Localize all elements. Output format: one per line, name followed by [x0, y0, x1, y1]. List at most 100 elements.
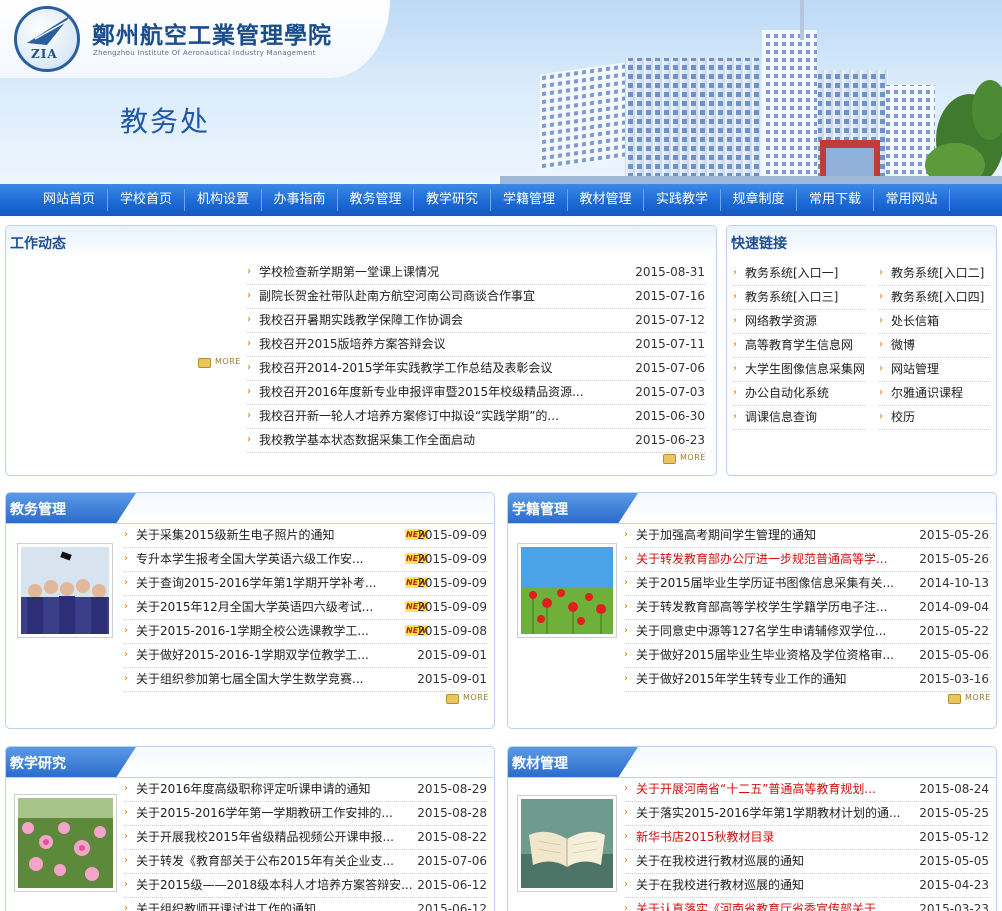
- list-item[interactable]: › 关于2016年度高级职称评定听课申请的通知 2015-08-29: [124, 778, 487, 802]
- arrow-icon: ›: [247, 314, 251, 325]
- arrow-icon: ›: [124, 625, 128, 636]
- arrow-icon: ›: [879, 411, 883, 422]
- list-item[interactable]: › 关于开展我校2015年省级精品视频公开课申报... 2015-08-22: [124, 826, 487, 850]
- arrow-icon: ›: [124, 831, 128, 842]
- list-item[interactable]: › 关于落实2015-2016学年第1学期教材计划的通... 2015-05-2…: [624, 802, 989, 826]
- arrow-icon: ›: [124, 529, 128, 540]
- list-item[interactable]: › 关于做好2015年学生转专业工作的通知 2015-03-16: [624, 668, 989, 692]
- list-item[interactable]: › 关于组织参加第七届全国大学生数学竞赛... 2015-09-01: [124, 668, 487, 692]
- arrow-icon: ›: [624, 553, 628, 564]
- quick-link-item[interactable]: › 校历: [879, 406, 989, 430]
- quick-link-item[interactable]: › 处长信箱: [879, 310, 989, 334]
- arrow-icon: ›: [624, 783, 628, 794]
- nav-regulations[interactable]: 规章制度: [721, 184, 796, 216]
- list-item[interactable]: › 我校召开暑期实践教学保障工作协调会 2015-07-12: [247, 309, 705, 333]
- academic-admin-title[interactable]: 教务管理: [10, 499, 66, 519]
- arrow-icon: ›: [733, 363, 737, 374]
- list-item[interactable]: › 关于认真落实《河南省教育厅省委宣传部关于... 2015-03-23: [624, 898, 989, 911]
- arrow-icon: ›: [624, 673, 628, 684]
- nav-home[interactable]: 网站首页: [32, 184, 106, 216]
- arrow-icon: ›: [733, 339, 737, 350]
- student-status-title[interactable]: 学籍管理: [512, 499, 568, 519]
- arrow-icon: ›: [624, 831, 628, 842]
- arrow-icon: ›: [624, 601, 628, 612]
- nav-guide[interactable]: 办事指南: [262, 184, 337, 216]
- quick-links-panel: 快速链接 › 教务系统[入口一] › 教务系统[入口二] › 教务系统[入口三] › 教…: [726, 225, 997, 476]
- textbook-admin-title[interactable]: 教材管理: [512, 753, 568, 773]
- list-item[interactable]: › 我校召开新一轮人才培养方案修订中拟设“实践学期”的... 2015-06-3…: [247, 405, 705, 429]
- student-status-more-button[interactable]: MORE: [948, 693, 996, 705]
- quick-link-item[interactable]: › 网站管理: [879, 358, 989, 382]
- quick-link-item[interactable]: › 网络教学资源: [733, 310, 865, 334]
- list-item[interactable]: › 我校召开2015版培养方案答辩会议 2015-07-11: [247, 333, 705, 357]
- nav-school-home[interactable]: 学校首页: [108, 184, 184, 216]
- list-item[interactable]: › 关于转发教育部高等学校学生学籍学历电子注... 2014-09-04: [624, 596, 989, 620]
- list-item[interactable]: › 关于在我校进行教材巡展的通知 2015-04-23: [624, 874, 989, 898]
- quick-link-item[interactable]: › 办公自动化系统: [733, 382, 865, 406]
- list-item[interactable]: › 关于加强高考期间学生管理的通知 2015-05-26: [624, 524, 989, 548]
- arrow-icon: ›: [624, 529, 628, 540]
- list-item[interactable]: › 关于查询2015-2016学年第1学期开学补考... NEW 2015-09…: [124, 572, 487, 596]
- list-item[interactable]: › 关于做好2015届毕业生毕业资格及学位资格审... 2015-05-06: [624, 644, 989, 668]
- list-item[interactable]: › 关于2015届毕业生学历证书图像信息采集有关... 2014-10-13: [624, 572, 989, 596]
- nav-teaching-research[interactable]: 教学研究: [414, 184, 490, 216]
- teaching-research-title[interactable]: 教学研究: [10, 753, 66, 773]
- quick-link-item[interactable]: › 尔雅通识课程: [879, 382, 989, 406]
- quick-link-item[interactable]: › 教务系统[入口一]: [733, 262, 865, 286]
- quick-link-item[interactable]: › 大学生图像信息采集网: [733, 358, 865, 382]
- school-name-cn[interactable]: 鄭州航空工業管理學院: [92, 16, 332, 50]
- arrow-icon: ›: [624, 807, 628, 818]
- list-item[interactable]: › 我校召开2014-2015学年实践教学工作总结及表彰会议 2015-07-0…: [247, 357, 705, 381]
- list-item[interactable]: › 关于2015-2016-1学期全校公选课教学工... NEW 2015-09…: [124, 620, 487, 644]
- nav-downloads[interactable]: 常用下载: [797, 184, 873, 216]
- academic-admin-panel: 教务管理 › 关于采集2015级新生电子照片的通知 NEW 2015-09-09…: [5, 492, 495, 729]
- folder-icon: [663, 454, 676, 464]
- quick-link-item[interactable]: › 教务系统[入口四]: [879, 286, 989, 310]
- list-item[interactable]: › 关于采集2015级新生电子照片的通知 NEW 2015-09-09: [124, 524, 487, 548]
- arrow-icon: ›: [124, 903, 128, 911]
- quick-link-item[interactable]: › 调课信息查询: [733, 406, 865, 430]
- nav-websites[interactable]: 常用网站: [874, 184, 949, 216]
- list-item[interactable]: › 关于2015级——2018级本科人才培养方案答辩安... 2015-06-1…: [124, 874, 487, 898]
- list-item[interactable]: › 我校教学基本状态数据采集工作全面启动 2015-06-23: [247, 429, 705, 453]
- academic-admin-more-button[interactable]: MORE: [446, 693, 494, 705]
- list-item[interactable]: › 关于在我校进行教材巡展的通知 2015-05-05: [624, 850, 989, 874]
- arrow-icon: ›: [124, 855, 128, 866]
- list-item[interactable]: › 关于开展河南省“十二五”普通高等教育规划... 2015-08-24: [624, 778, 989, 802]
- open-book-photo: [517, 795, 617, 892]
- work-news-more-button[interactable]: MORE: [663, 453, 713, 465]
- list-item[interactable]: › 关于转发教育部办公厅进一步规范普通高等学... 2015-05-26: [624, 548, 989, 572]
- arrow-icon: ›: [624, 577, 628, 588]
- nav-student-status[interactable]: 学籍管理: [491, 184, 567, 216]
- list-item[interactable]: › 关于做好2015-2016-1学期双学位教学工... 2015-09-01: [124, 644, 487, 668]
- quick-link-item[interactable]: › 高等教育学生信息网: [733, 334, 865, 358]
- nav-practice[interactable]: 实践教学: [644, 184, 720, 216]
- nav-organization[interactable]: 机构设置: [185, 184, 261, 216]
- list-item[interactable]: › 关于2015年12月全国大学英语四六级考试... NEW 2015-09-0…: [124, 596, 487, 620]
- site-header: ZIA 鄭州航空工業管理學院 Zhengzhou Institute Of Ae…: [0, 0, 1002, 184]
- list-item[interactable]: › 专升本学生报考全国大学英语六级工作安... NEW 2015-09-09: [124, 548, 487, 572]
- list-item[interactable]: › 关于组织教师开课试讲工作的通知 2015-06-12: [124, 898, 487, 911]
- arrow-icon: ›: [733, 291, 737, 302]
- list-item[interactable]: › 关于2015-2016学年第一学期教研工作安排的... 2015-08-28: [124, 802, 487, 826]
- textbook-admin-panel: 教材管理 › 关于开展河南省“十二五”普通高等教育规划... 2015-08-2…: [507, 746, 997, 911]
- list-item[interactable]: › 副院长贺金社带队赴南方航空河南公司商谈合作事宜 2015-07-16: [247, 285, 705, 309]
- quick-link-item[interactable]: › 教务系统[入口二]: [879, 262, 989, 286]
- list-item[interactable]: › 关于转发《教育部关于公布2015年有关企业支... 2015-07-06: [124, 850, 487, 874]
- quick-link-item[interactable]: › 微博: [879, 334, 989, 358]
- arrow-icon: ›: [624, 855, 628, 866]
- nav-textbook[interactable]: 教材管理: [568, 184, 643, 216]
- logo-letters: ZIA: [31, 47, 58, 61]
- arrow-icon: ›: [733, 387, 737, 398]
- arrow-icon: ›: [124, 601, 128, 612]
- list-item[interactable]: › 学校检查新学期第一堂课上课情况 2015-08-31: [247, 261, 705, 285]
- list-item[interactable]: › 关于同意史中源等127名学生申请辅修双学位... 2015-05-22: [624, 620, 989, 644]
- list-item[interactable]: › 我校召开2016年度新专业申报评审暨2015年校级精品资源... 2015-…: [247, 381, 705, 405]
- quick-link-item[interactable]: › 教务系统[入口三]: [733, 286, 865, 310]
- work-news-more-left[interactable]: MORE: [198, 357, 248, 369]
- arrow-icon: ›: [247, 362, 251, 373]
- arrow-icon: ›: [624, 879, 628, 890]
- list-item[interactable]: › 新华书店2015秋教材目录 2015-05-12: [624, 826, 989, 850]
- nav-academic-admin[interactable]: 教务管理: [338, 184, 413, 216]
- campus-building-illustration: [500, 0, 1002, 184]
